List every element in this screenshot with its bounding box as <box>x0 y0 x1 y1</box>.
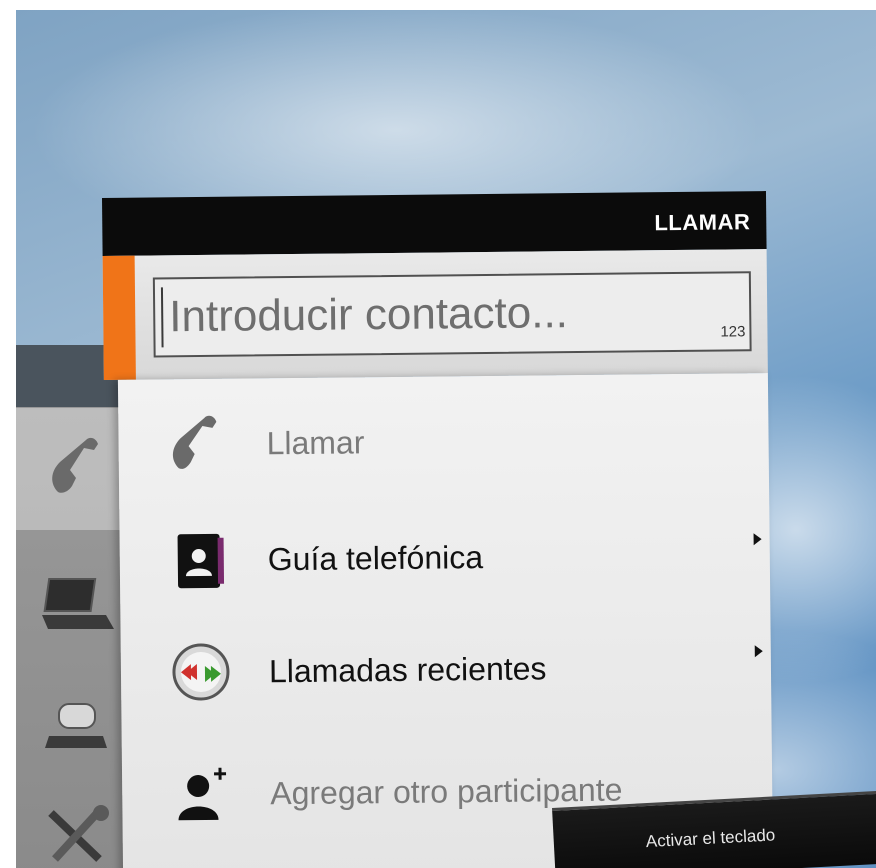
chevron-right-icon <box>753 533 762 546</box>
menu-item-recent-calls[interactable]: Llamadas recientes <box>120 611 771 728</box>
call-panel: LLAMAR 123 Llamar <box>102 191 774 868</box>
call-menu-list: Llamar Guía telefónica Llamadas reciente… <box>117 373 774 868</box>
chevron-right-icon <box>754 645 763 658</box>
menu-item-label: Llamadas recientes <box>268 649 547 689</box>
phone-icon <box>168 414 229 475</box>
menu-item-label: Guía telefónica <box>267 538 484 577</box>
numeric-mode-badge[interactable]: 123 <box>720 323 745 340</box>
tools-icon <box>41 803 111 867</box>
menu-item-label: Agregar otro participante <box>270 771 623 811</box>
menu-item-call[interactable]: Llamar <box>118 383 769 500</box>
panel-header: LLAMAR <box>102 191 767 256</box>
laptop-icon <box>36 573 116 637</box>
menu-item-phonebook[interactable]: Guía telefónica <box>119 499 770 616</box>
phone-icon <box>46 432 106 506</box>
search-area: 123 <box>102 249 768 380</box>
contact-search-input[interactable] <box>152 271 752 358</box>
recent-calls-icon <box>171 642 232 703</box>
focus-indicator <box>102 255 136 380</box>
softkey-label: Activar el teclado <box>645 825 776 852</box>
add-participant-icon <box>172 764 233 825</box>
camera-icon <box>41 698 111 762</box>
screen-background: LLAMAR 123 Llamar <box>16 10 876 868</box>
phonebook-icon <box>169 530 230 591</box>
menu-item-label: Llamar <box>266 423 365 461</box>
panel-title: LLAMAR <box>654 209 751 236</box>
